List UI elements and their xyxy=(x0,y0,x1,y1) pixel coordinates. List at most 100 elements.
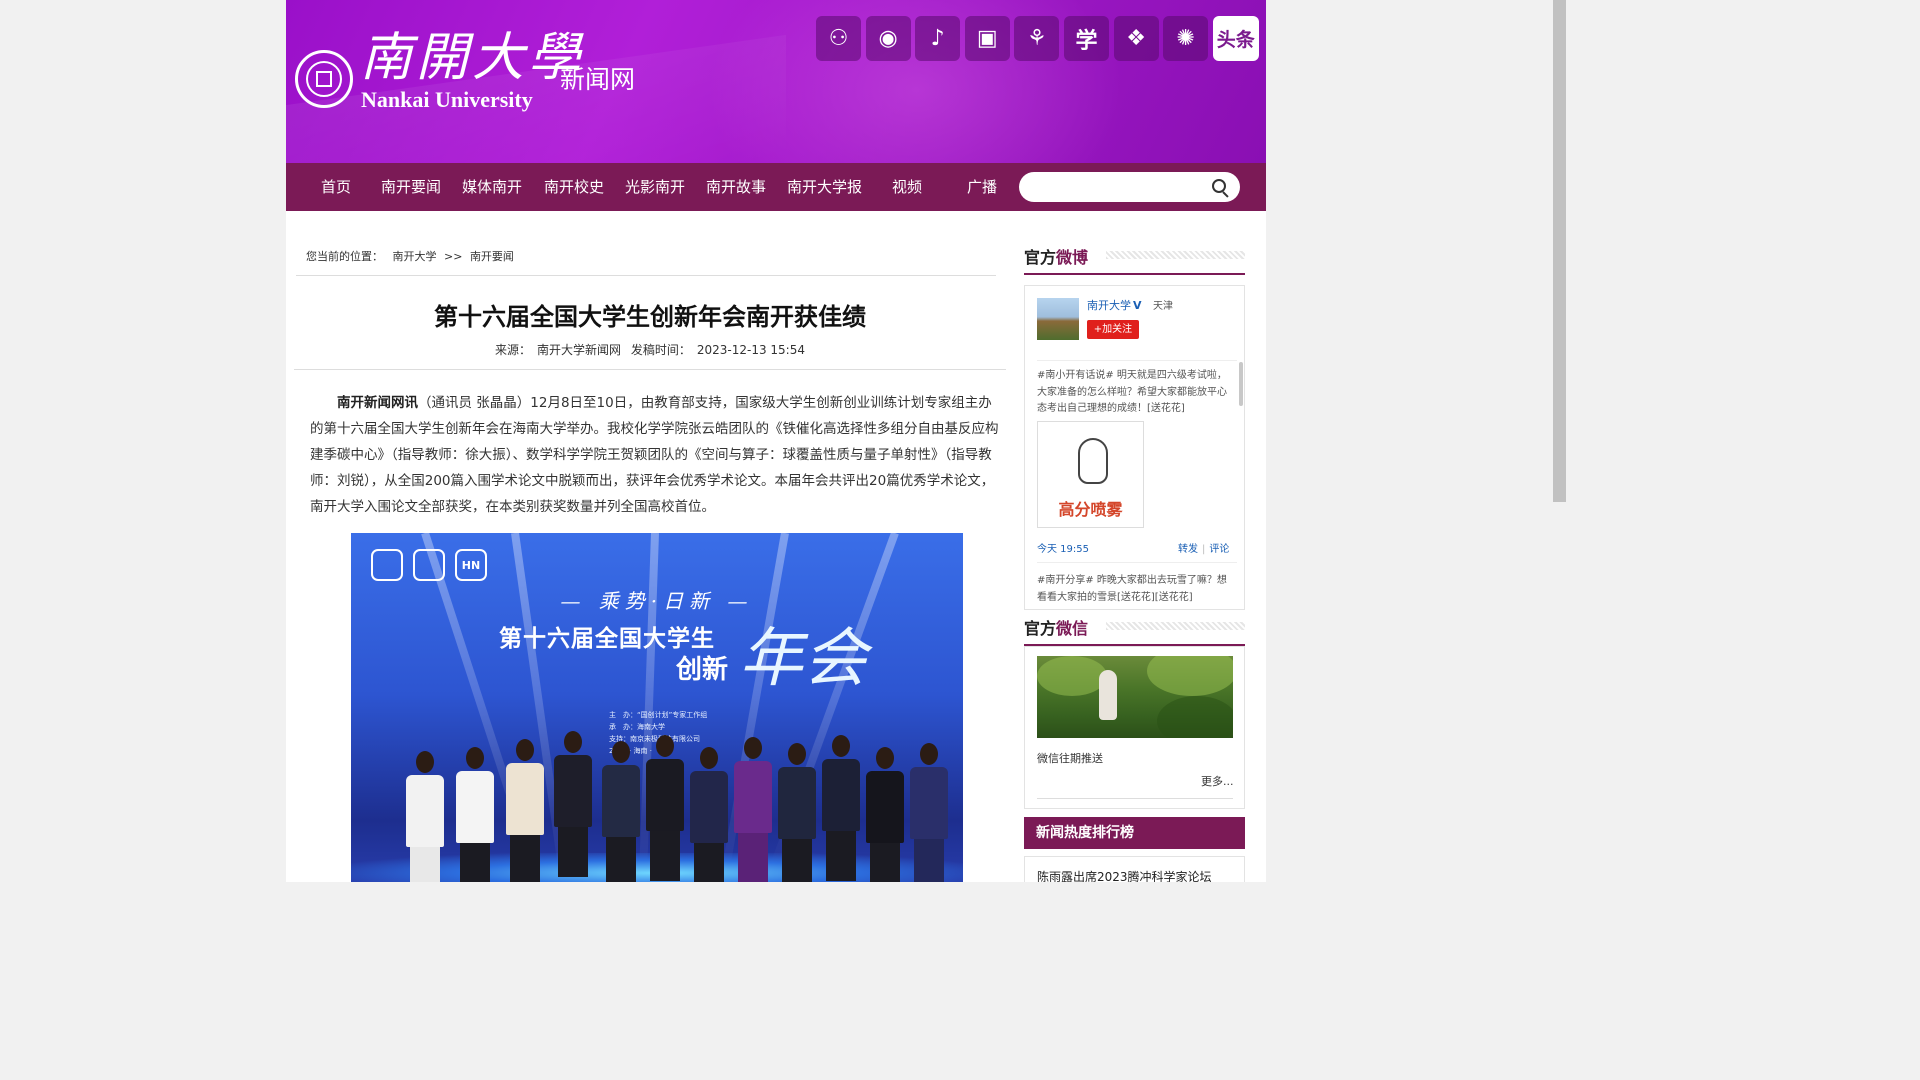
repost-link[interactable]: 转发 xyxy=(1178,544,1198,555)
person xyxy=(778,743,816,882)
more-link[interactable]: 更多... xyxy=(1201,773,1234,789)
person xyxy=(822,735,860,881)
person xyxy=(456,747,494,882)
emblem-icon: HN xyxy=(455,549,487,581)
toutiao-icon[interactable]: 头条 xyxy=(1212,16,1259,61)
logo-chinese[interactable]: 南開大學 xyxy=(360,30,584,86)
weibo-widget: 南开大学 V 天津 +加关注 #南小开有话说# 明天就是四六级考试啦，大家准备的怎… xyxy=(1024,285,1245,610)
divider xyxy=(1037,562,1237,563)
search-icon[interactable] xyxy=(1212,179,1226,193)
page-container: 南開大學 Nankai University 新闻网 ⚇ ◉ ♪ ▣ ⚘ 学 ❖… xyxy=(286,0,1266,882)
weibo-post-time[interactable]: 今天 19:55 xyxy=(1037,540,1089,555)
account-name[interactable]: 南开大学 xyxy=(1087,299,1131,312)
divider xyxy=(1037,360,1237,361)
dots-icon[interactable]: ❖ xyxy=(1113,16,1159,61)
photo-headline-3: 年会 xyxy=(739,622,867,696)
comment-link[interactable]: 评论 xyxy=(1209,544,1229,555)
ranking-item[interactable]: 陈雨露出席2023腾冲科学家论坛 xyxy=(1037,868,1212,882)
person xyxy=(866,747,904,882)
article-paragraph: （通讯员 张晶晶）12月8日至10日，由教育部支持，国家级大学生创新创业训练计划… xyxy=(310,395,999,515)
nav-item-media[interactable]: 媒体南开 xyxy=(462,163,522,211)
title-highlight: 微信 xyxy=(1056,619,1089,638)
xuexi-icon[interactable]: 学 xyxy=(1063,16,1109,61)
person xyxy=(734,737,772,882)
title-part: 官方 xyxy=(1024,619,1057,638)
article-body: 南开新闻网讯（通讯员 张晶晶）12月8日至10日，由教育部支持，国家级大学生创新… xyxy=(310,390,1004,520)
weibo-avatar[interactable] xyxy=(1037,298,1079,340)
weibo-location: 天津 xyxy=(1153,301,1173,312)
follow-button[interactable]: +加关注 xyxy=(1087,320,1139,339)
photo-slogan: — 乘势·日新 — xyxy=(560,589,754,613)
breadcrumb-home[interactable]: 南开大学 xyxy=(393,250,437,263)
university-seal-logo[interactable] xyxy=(295,50,353,108)
source-label: 来源： xyxy=(494,343,531,357)
weibo-account[interactable]: 南开大学 V xyxy=(1087,297,1142,313)
kuaishou-icon[interactable]: ⚘ xyxy=(1014,16,1060,61)
wechat-thumbnail[interactable] xyxy=(1037,656,1233,738)
person xyxy=(506,739,544,882)
person xyxy=(406,751,444,882)
divider xyxy=(1037,798,1233,799)
douyin-icon[interactable]: ♪ xyxy=(915,16,961,61)
breadcrumb-prefix: 您当前的位置： xyxy=(306,250,383,263)
nav-item-radio[interactable]: 广播 xyxy=(967,163,997,211)
person xyxy=(690,747,728,882)
search-input[interactable] xyxy=(1031,177,1205,199)
nav-item-photos[interactable]: 光影南开 xyxy=(625,163,685,211)
verified-icon: V xyxy=(1133,299,1142,312)
wechat-widget: 微信往期推送 更多... xyxy=(1024,646,1245,809)
statue xyxy=(1099,670,1117,720)
person xyxy=(910,743,948,882)
action-divider: | xyxy=(1202,544,1206,555)
emblem-icon xyxy=(413,549,445,581)
breadcrumb: 您当前的位置： 南开大学 >> 南开要闻 xyxy=(306,248,514,264)
article-lead: 南开新闻网讯 xyxy=(337,395,418,411)
weibo-icon[interactable]: ◉ xyxy=(865,16,911,61)
weibo-post-text[interactable]: #南开分享# 昨晚大家都出去玩雪了嘛？想看看大家拍的雪景[送花花][送花花] xyxy=(1037,573,1233,606)
title-highlight: 微博 xyxy=(1056,248,1089,267)
article-meta: 来源： 南开大学新闻网 发稿时间： 2023-12-13 15:54 xyxy=(294,341,1006,358)
wechat-icon[interactable]: ⚇ xyxy=(816,16,861,61)
scrollbar-thumb[interactable] xyxy=(1553,0,1566,502)
photo-headline-2: 创新 xyxy=(676,655,729,685)
article-title: 第十六届全国大学生创新年会南开获佳绩 xyxy=(434,303,866,331)
social-icons: ⚇ ◉ ♪ ▣ ⚘ 学 ❖ ✺ 头条 xyxy=(816,16,1263,61)
site-name: 新闻网 xyxy=(560,65,636,94)
person xyxy=(602,741,640,882)
dandelion-icon[interactable]: ✺ xyxy=(1163,16,1209,61)
bilibili-icon[interactable]: ▣ xyxy=(964,16,1010,61)
breadcrumb-separator: >> xyxy=(444,250,463,263)
nav-item-history[interactable]: 南开校史 xyxy=(544,163,604,211)
title-decoration xyxy=(1106,622,1245,630)
weibo-post-text[interactable]: #南小开有话说# 明天就是四六级考试啦，大家准备的怎么样啦？希望大家都能放平心态… xyxy=(1037,368,1233,418)
nav-item-newspaper[interactable]: 南开大学报 xyxy=(787,163,862,211)
weibo-section-title: 官方微博 xyxy=(1024,244,1088,268)
nav-item-stories[interactable]: 南开故事 xyxy=(706,163,766,211)
wechat-archive-link[interactable]: 微信往期推送 xyxy=(1037,750,1103,766)
image-caption: 高分喷雾 xyxy=(1058,500,1123,519)
breadcrumb-current[interactable]: 南开要闻 xyxy=(470,250,514,263)
weibo-post-actions: 转发 | 评论 xyxy=(1178,540,1229,555)
article-source: 南开大学新闻网 xyxy=(537,343,622,357)
title-decoration xyxy=(1106,251,1245,259)
nav-item-home[interactable]: 首页 xyxy=(321,163,351,211)
ranking-list: 陈雨露出席2023腾冲科学家论坛 xyxy=(1024,856,1245,882)
article-photo[interactable]: HN — 乘势·日新 — 第十六届全国大学生 创新 年会 主 办：“国创计划”专… xyxy=(351,533,963,882)
feed-scrollbar[interactable] xyxy=(1239,362,1243,406)
photo-headline: 第十六届全国大学生 xyxy=(499,626,715,652)
photo-emblems: HN xyxy=(371,549,497,581)
logo-english[interactable]: Nankai University xyxy=(361,87,533,113)
section-rule xyxy=(1024,273,1245,275)
award-winners-group xyxy=(406,731,948,882)
wechat-section-title: 官方微信 xyxy=(1024,615,1088,639)
weibo-post-image[interactable]: 高分喷雾 xyxy=(1037,421,1144,528)
page-scrollbar[interactable] xyxy=(1551,0,1568,882)
person xyxy=(646,735,684,881)
header-banner: 南開大學 Nankai University 新闻网 ⚇ ◉ ♪ ▣ ⚘ 学 ❖… xyxy=(286,0,1266,163)
nav-item-video[interactable]: 视频 xyxy=(892,163,922,211)
article-date: 2023-12-13 15:54 xyxy=(696,343,805,357)
nav-item-news[interactable]: 南开要闻 xyxy=(381,163,441,211)
person xyxy=(554,731,592,877)
emblem-icon xyxy=(371,549,403,581)
ranking-title: 新闻热度排行榜 xyxy=(1024,817,1245,849)
